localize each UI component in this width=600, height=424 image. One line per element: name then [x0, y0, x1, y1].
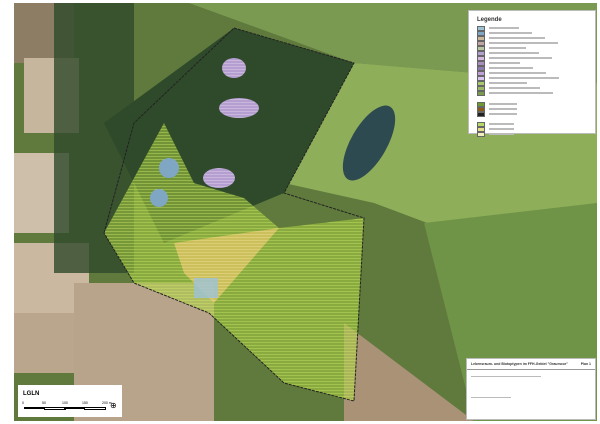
scale-tick-label: 50 [42, 401, 46, 405]
legend-entry [477, 71, 595, 75]
legend-heading: Legende [477, 17, 595, 23]
legend-entry [477, 26, 595, 30]
legend-entry [477, 51, 595, 55]
habitat-patch [150, 189, 168, 207]
legend-panel: Legende [468, 10, 596, 134]
legend-entry [477, 127, 595, 131]
legend-entry [477, 81, 595, 85]
legend-entry [477, 31, 595, 35]
legend-entry [477, 112, 595, 116]
legend-entry [477, 61, 595, 65]
scale-tick-label: 100 [62, 401, 68, 405]
legend-entries [469, 26, 595, 136]
habitat-patch [219, 98, 259, 118]
scale-tick-label: 150 [82, 401, 88, 405]
map-title: Lebensraum- und Biotoptypen im FFH-Gebie… [471, 362, 568, 366]
habitat-patch [194, 278, 218, 298]
habitat-patch [159, 158, 179, 178]
habitat-patch [222, 58, 246, 78]
scale-tick-label: 0 [22, 401, 24, 405]
scale-bar-panel: LGLN 050100150200 m ⊕ [18, 385, 122, 417]
legend-entry [477, 76, 595, 80]
legend-entry [477, 41, 595, 45]
legend-swatch [477, 91, 485, 96]
plan-number: Plan 1 [581, 362, 591, 366]
legend-entry [477, 132, 595, 136]
legend-entry [477, 91, 595, 95]
legend-entry [477, 86, 595, 90]
title-block: Lebensraum- und Biotoptypen im FFH-Gebie… [466, 358, 596, 420]
legend-entry [477, 107, 595, 111]
legend-entry [477, 56, 595, 60]
legend-entry [477, 102, 595, 106]
legend-swatch [477, 132, 485, 137]
legend-entry [477, 66, 595, 70]
legend-entry [477, 36, 595, 40]
north-arrow-icon: ⊕ [110, 401, 117, 410]
legend-swatch [477, 112, 485, 117]
org-logo: LGLN [23, 391, 39, 397]
legend-entry [477, 46, 595, 50]
habitat-patch [203, 168, 235, 188]
legend-entry [477, 122, 595, 126]
